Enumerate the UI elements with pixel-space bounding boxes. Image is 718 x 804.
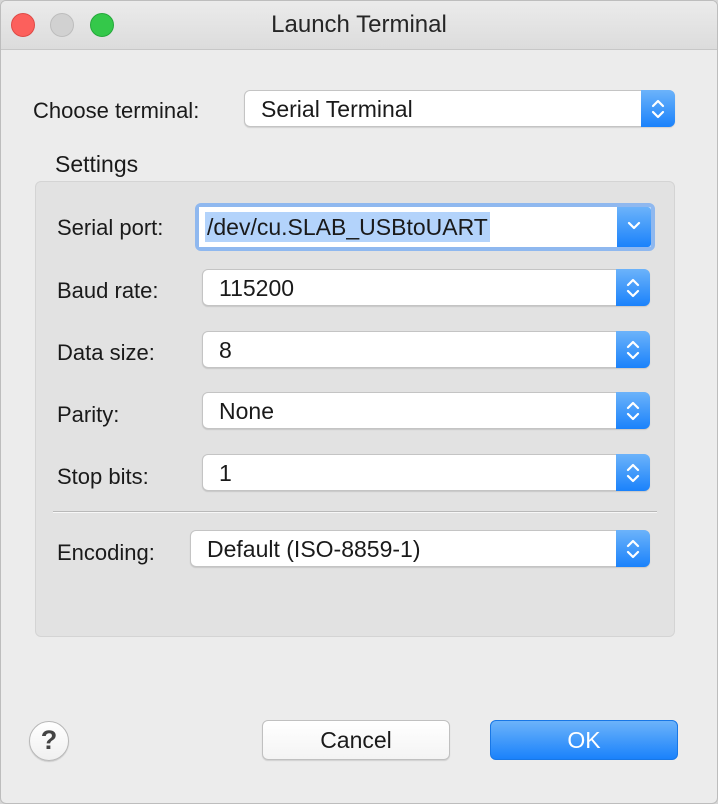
stop-bits-stepper[interactable]: [616, 454, 650, 491]
data-size-label: Data size:: [57, 340, 155, 365]
chevron-down-icon: [627, 221, 641, 230]
cancel-button[interactable]: Cancel: [262, 720, 450, 760]
window-title: Launch Terminal: [271, 11, 447, 38]
serial-port-label: Serial port:: [57, 215, 164, 240]
data-size-stepper[interactable]: [616, 331, 650, 368]
up-down-chevron-icon: [626, 401, 640, 421]
serial-port-dropdown-button[interactable]: [617, 207, 651, 247]
data-size-select[interactable]: 8: [202, 331, 650, 368]
stop-bits-value: 1: [219, 460, 232, 486]
encoding-value: Default (ISO-8859-1): [207, 536, 421, 562]
parity-stepper[interactable]: [616, 392, 650, 429]
help-button[interactable]: ?: [29, 721, 69, 761]
settings-separator: [53, 511, 657, 513]
choose-terminal-label: Choose terminal:: [33, 98, 200, 123]
data-size-value: 8: [219, 337, 232, 363]
stop-bits-select[interactable]: 1: [202, 454, 650, 491]
baud-rate-select[interactable]: 115200: [202, 269, 650, 306]
settings-heading: Settings: [55, 151, 139, 177]
up-down-chevron-icon: [626, 278, 640, 298]
terminal-type-value: Serial Terminal: [261, 96, 413, 122]
serial-port-input[interactable]: /dev/cu.SLAB_USBtoUART: [199, 207, 617, 247]
baud-rate-label: Baud rate:: [57, 278, 159, 303]
baud-rate-stepper[interactable]: [616, 269, 650, 306]
parity-select[interactable]: None: [202, 392, 650, 429]
title-bar[interactable]: Launch Terminal: [1, 1, 717, 50]
up-down-chevron-icon: [626, 463, 640, 483]
baud-rate-value: 115200: [219, 275, 295, 301]
terminal-type-select[interactable]: Serial Terminal: [244, 90, 675, 127]
terminal-type-stepper[interactable]: [641, 90, 675, 127]
parity-value: None: [219, 398, 274, 424]
up-down-chevron-icon: [626, 340, 640, 360]
question-icon: ?: [40, 725, 58, 755]
stop-bits-label: Stop bits:: [57, 464, 149, 489]
serial-port-combobox[interactable]: /dev/cu.SLAB_USBtoUART: [195, 203, 655, 251]
encoding-label: Encoding:: [57, 540, 155, 565]
up-down-chevron-icon: [626, 539, 640, 559]
up-down-chevron-icon: [651, 99, 665, 119]
encoding-select[interactable]: Default (ISO-8859-1): [190, 530, 650, 567]
encoding-stepper[interactable]: [616, 530, 650, 567]
serial-port-value: /dev/cu.SLAB_USBtoUART: [205, 212, 490, 242]
parity-label: Parity:: [57, 402, 120, 427]
launch-terminal-dialog: Launch Terminal Choose terminal: Serial …: [0, 0, 718, 804]
ok-button[interactable]: OK: [490, 720, 678, 760]
